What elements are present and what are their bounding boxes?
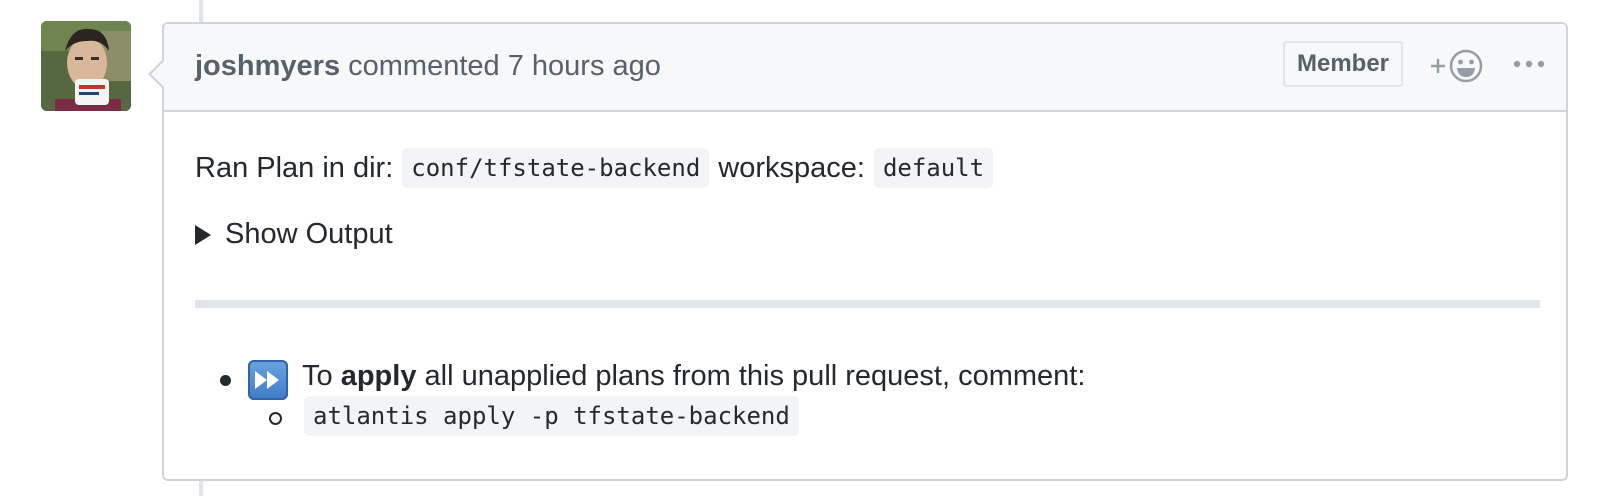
more-options-icon — [1513, 60, 1545, 68]
dir-code: conf/tfstate-backend — [402, 148, 710, 188]
member-badge: Member — [1283, 41, 1403, 87]
apply-bold: apply — [340, 360, 417, 392]
disclosure-triangle-icon — [195, 224, 211, 245]
apply-command: atlantis apply -p tfstate-backend — [304, 396, 799, 436]
comment-action: commented — [348, 50, 500, 82]
comment-meta: joshmyers commented 7 hours ago — [195, 50, 661, 83]
sub-list-bullet — [269, 412, 282, 425]
show-output-toggle[interactable]: Show Output — [195, 218, 393, 251]
add-reaction-icon — [1431, 49, 1483, 83]
workspace-label: workspace: — [718, 151, 865, 184]
comment-box: joshmyers commented 7 hours ago Member R… — [148, 22, 1568, 481]
fast-forward-icon — [248, 360, 288, 400]
avatar[interactable] — [41, 21, 131, 111]
more-options-button[interactable] — [1512, 54, 1546, 74]
comment-header: joshmyers commented 7 hours ago Member — [164, 24, 1566, 112]
comment-timestamp[interactable]: 7 hours ago — [508, 50, 661, 82]
workspace-code: default — [873, 148, 994, 188]
plan-summary-line: Ran Plan in dir: conf/tfstate-backend wo… — [195, 148, 994, 188]
apply-command-code: atlantis apply -p tfstate-backend — [304, 396, 799, 436]
author-link[interactable]: joshmyers — [195, 50, 340, 82]
list-bullet — [220, 375, 231, 386]
apply-instruction: To apply all unapplied plans from this p… — [302, 360, 1086, 392]
divider — [195, 300, 1540, 308]
add-reaction-button[interactable] — [1428, 47, 1486, 85]
show-output-label: Show Output — [225, 218, 393, 250]
ran-plan-text: Ran Plan in dir: — [195, 151, 394, 184]
